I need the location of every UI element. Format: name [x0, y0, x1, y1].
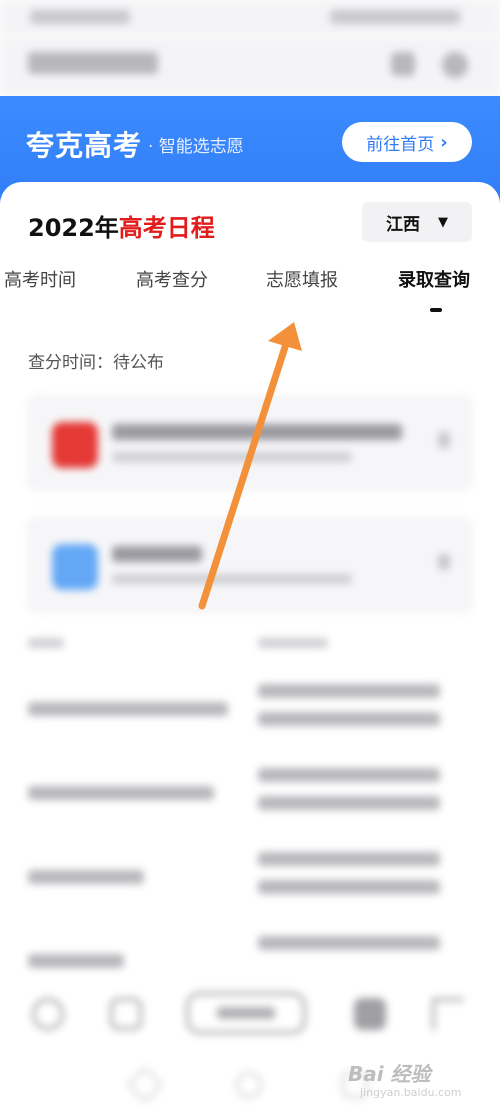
grid-icon[interactable]: [354, 998, 386, 1030]
list-item[interactable]: [26, 394, 474, 492]
top-bar-title: [28, 52, 158, 74]
go-home-button[interactable]: 前往首页 ›: [342, 122, 472, 162]
search-pill[interactable]: [186, 992, 306, 1034]
region-select[interactable]: 江西 ▼: [362, 202, 472, 242]
title-year: 2022年: [28, 214, 119, 242]
list-item-title: [112, 424, 402, 440]
tabs-icon[interactable]: [110, 998, 142, 1030]
watermark-url: jingyan.baidu.com: [360, 1086, 462, 1099]
table-cell: [258, 712, 440, 726]
tab-application[interactable]: 志愿填报: [266, 266, 338, 292]
menu-icon[interactable]: [432, 998, 464, 1030]
tab-admission-query[interactable]: 录取查询: [398, 266, 470, 292]
list-item-title: [112, 546, 202, 562]
tab-exam-time[interactable]: 高考时间: [4, 266, 76, 292]
tab-active-indicator: [430, 308, 442, 312]
caret-down-icon: ▼: [438, 214, 448, 230]
schedule-card: 2022年高考日程 江西 ▼ 高考时间 高考查分 志愿填报 录取查询 查分时间：…: [0, 182, 500, 1111]
banner-slogan: · 智能选志愿: [148, 137, 244, 157]
search-pill-text: [217, 1007, 275, 1019]
back-icon[interactable]: [126, 1066, 164, 1104]
more-icon[interactable]: [442, 52, 468, 78]
go-home-label: 前往首页: [366, 134, 435, 155]
app-blue-icon: [52, 544, 98, 590]
table-cell: [258, 852, 440, 866]
title-highlight: 高考日程: [118, 214, 215, 242]
top-bar: [0, 36, 500, 96]
brand-logo: 夸克高考: [26, 129, 143, 162]
chevron-right-icon: ›: [440, 131, 448, 153]
table-cell: [258, 880, 440, 894]
status-right: [330, 10, 460, 24]
chevron-right-icon: [438, 554, 450, 570]
region-value: 江西: [386, 214, 420, 235]
list-item-subtitle: [112, 574, 352, 584]
tab-bar: 高考时间 高考查分 志愿填报 录取查询: [0, 266, 500, 306]
table-cell: [28, 786, 214, 800]
share-icon[interactable]: [391, 52, 415, 76]
table-cell: [258, 768, 440, 782]
table-cell: [258, 684, 440, 698]
tab-score-check[interactable]: 高考查分: [136, 266, 208, 292]
app-red-icon: [52, 422, 98, 468]
chevron-right-icon: [438, 432, 450, 448]
list-item-subtitle: [112, 452, 352, 462]
table-cell: [258, 936, 440, 950]
status-bar: [0, 0, 500, 36]
status-left: [30, 10, 130, 24]
table-cell: [258, 796, 440, 810]
table-cell: [28, 870, 144, 884]
table-header: [258, 638, 328, 648]
table-cell: [28, 954, 124, 968]
table-cell: [28, 702, 228, 716]
list-item[interactable]: [26, 516, 474, 614]
home-icon[interactable]: [32, 998, 64, 1030]
table-header: [28, 638, 64, 648]
system-home-icon[interactable]: [236, 1072, 262, 1098]
watermark: Bai 经验: [348, 1062, 431, 1086]
score-time-text: 查分时间：待公布: [28, 353, 164, 373]
page-title: 2022年高考日程: [28, 208, 215, 243]
